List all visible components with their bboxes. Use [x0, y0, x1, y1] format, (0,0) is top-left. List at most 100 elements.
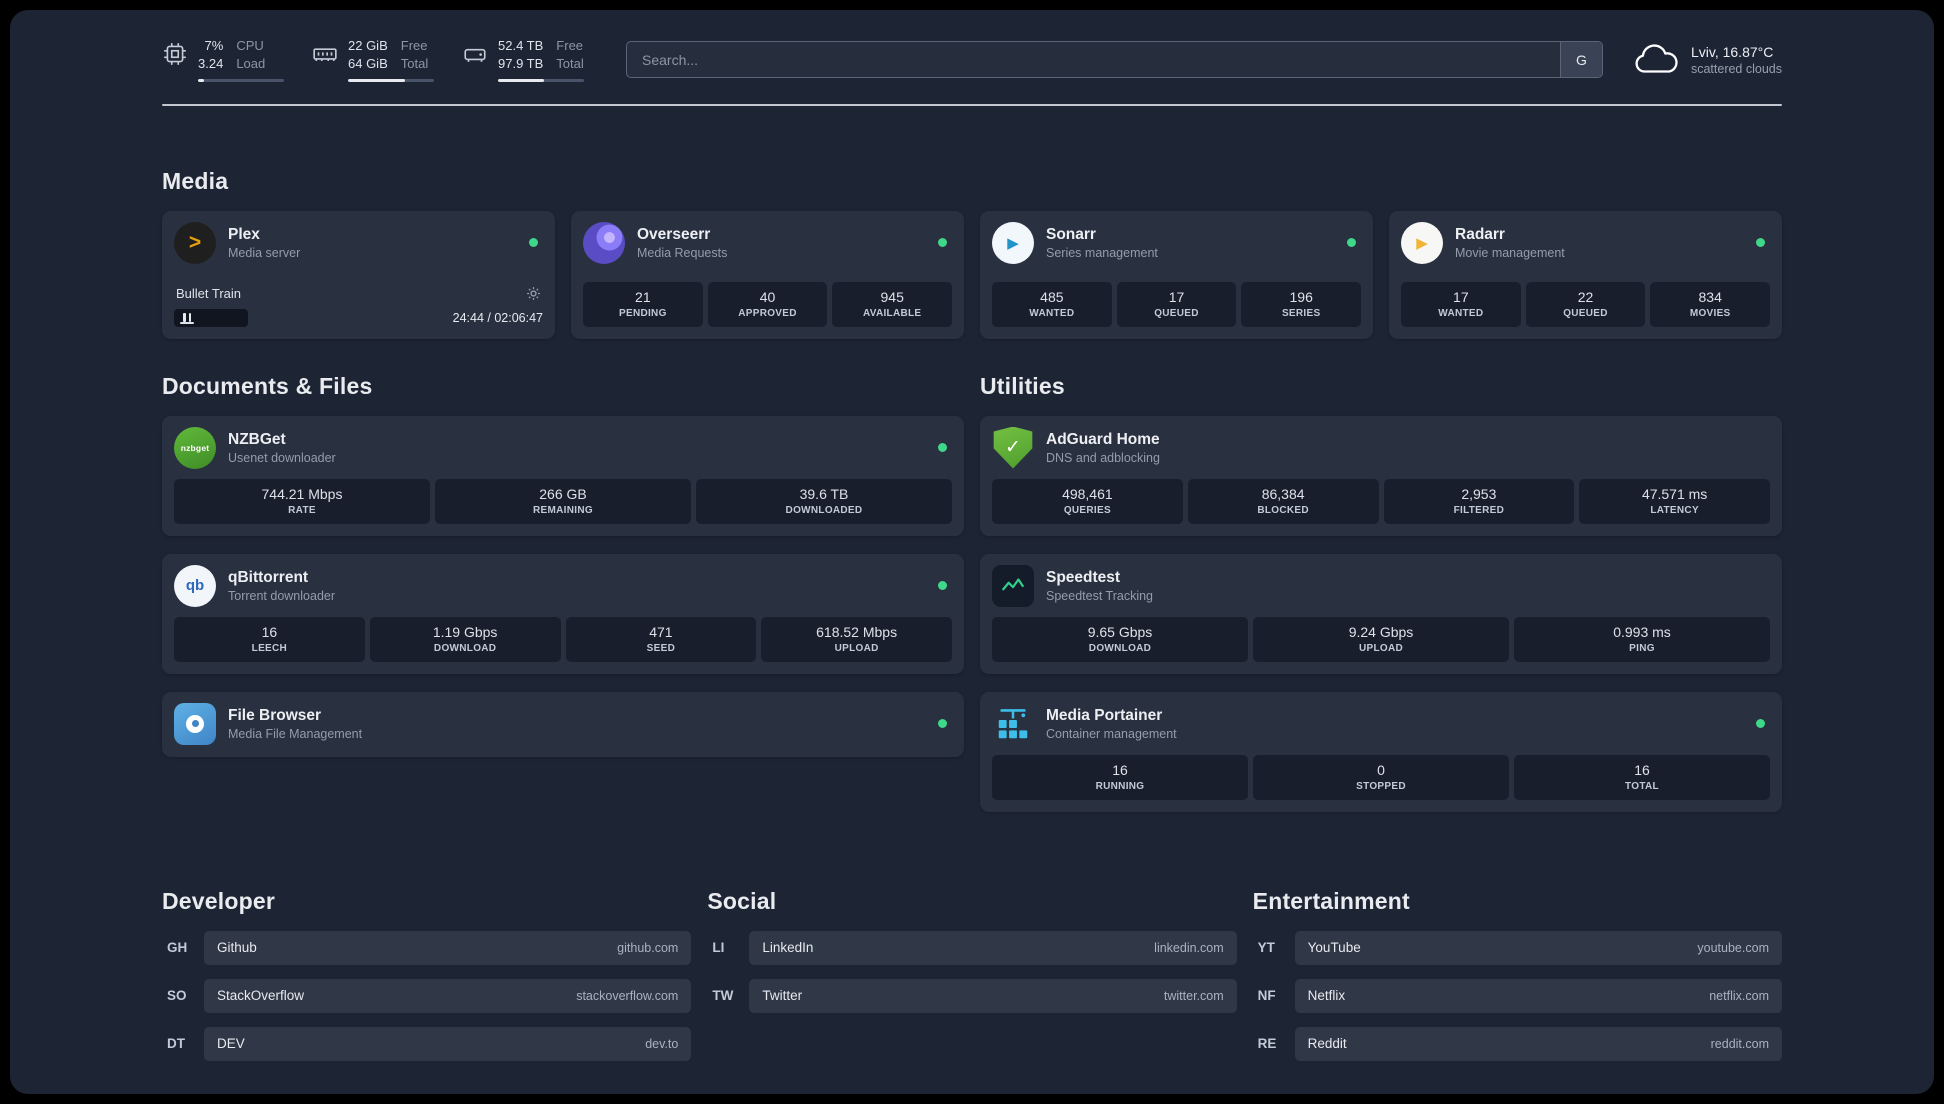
stat-label: DOWNLOAD — [433, 642, 497, 654]
service-card-titles: qBittorrent Torrent downloader — [228, 569, 335, 603]
bookmark-abbr: TW — [712, 988, 734, 1003]
service-card-titles: Media Portainer Container management — [1046, 707, 1177, 741]
service-name: Sonarr — [1046, 225, 1096, 243]
stat-wanted: 17 WANTED — [1401, 281, 1521, 327]
bookmark-domain: stackoverflow.com — [576, 988, 679, 1003]
bookmark-name: Reddit — [1307, 1036, 1347, 1051]
stat-value: 17 — [1453, 288, 1469, 305]
bookmark-linkedin[interactable]: LI LinkedIn linkedin.com — [707, 930, 1237, 965]
stat-label: QUEUED — [1563, 307, 1608, 319]
stat-label: WANTED — [1029, 307, 1075, 319]
bookmark-domain: linkedin.com — [1154, 940, 1224, 955]
bookmark-pill: LinkedIn linkedin.com — [749, 930, 1237, 965]
playback-progress-bar[interactable] — [174, 308, 248, 327]
service-name: Plex — [228, 225, 260, 243]
service-card-overseerr[interactable]: Overseerr Media Requests 21 PENDING 40 APPROV… — [571, 210, 964, 339]
service-name: Radarr — [1455, 225, 1505, 243]
bookmark-pill: Netflix netflix.com — [1294, 978, 1782, 1013]
service-card-plex[interactable]: > Plex Media server Bullet Train 24:44 / 02:… — [162, 210, 555, 339]
service-card-titles: Radarr Movie management — [1455, 226, 1565, 260]
stat-wanted: 485 WANTED — [992, 281, 1112, 327]
stat-value: 47.571 ms — [1641, 485, 1708, 502]
stat-label: STOPPED — [1356, 780, 1406, 792]
service-card-header: > Plex Media server — [174, 221, 543, 264]
bookmark-domain: twitter.com — [1163, 988, 1224, 1003]
stat-total: 16 TOTAL — [1514, 754, 1770, 800]
header-divider — [162, 103, 1782, 106]
storage-total-value: 97.9 TB — [498, 56, 544, 72]
service-description: Media File Management — [228, 726, 363, 741]
status-online-dot — [1756, 238, 1765, 247]
stat-label: RUNNING — [1095, 780, 1145, 792]
weather-widget[interactable]: Lviv, 16.87°C scattered clouds — [1633, 44, 1782, 76]
playback-progress-fill — [180, 321, 195, 324]
stat-running: 16 RUNNING — [992, 754, 1248, 800]
service-card-nzbget[interactable]: nzbget NZBGet Usenet downloader 744.21 Mbps… — [162, 415, 964, 536]
search-input[interactable] — [627, 42, 1560, 78]
service-card-radarr[interactable]: ▶ Radarr Movie management 17 WANTED 22 QUEUED 8… — [1389, 210, 1782, 339]
stat-value: 0.993 ms — [1613, 623, 1671, 640]
bookmark-group-entertainment: Entertainment YT YouTube youtube.com NF Netfl… — [1253, 888, 1782, 1075]
stat-pending: 21 PENDING — [583, 281, 703, 327]
bookmark-twitter[interactable]: TW Twitter twitter.com — [707, 978, 1237, 1013]
bookmark-pill: DEV dev.to — [204, 1026, 692, 1061]
bookmark-group-developer: Developer GH Github github.com SO StackOverfl… — [162, 888, 692, 1075]
stat-latency: 47.571 ms LATENCY — [1579, 478, 1770, 524]
stat-label: DOWNLOADED — [785, 504, 863, 516]
service-description: Media server — [228, 245, 301, 260]
stat-stopped: 0 STOPPED — [1253, 754, 1509, 800]
service-card-file-browser[interactable]: File Browser Media File Management — [162, 691, 964, 757]
stat-label: UPLOAD — [834, 642, 879, 654]
storage-usage-fill — [498, 78, 545, 82]
bookmarks-row: Developer GH Github github.com SO StackOverfl… — [162, 888, 1782, 1075]
service-card-media-portainer[interactable]: Media Portainer Container management 16 RUN… — [980, 691, 1782, 812]
storage-widget-body: 52.4 TB 97.9 TB Free Total — [498, 38, 584, 82]
bookmark-domain: reddit.com — [1710, 1036, 1769, 1051]
stat-label: QUEUED — [1154, 307, 1199, 319]
radarr-icon: ▶ — [1401, 221, 1443, 264]
service-card-speedtest[interactable]: Speedtest Speedtest Tracking 9.65 Gbps DOWN… — [980, 553, 1782, 674]
status-online-dot — [529, 238, 538, 247]
service-card-qbittorrent[interactable]: qb qBittorrent Torrent downloader 16 LEECH 1.… — [162, 553, 964, 674]
search-provider-button[interactable]: G — [1559, 42, 1602, 78]
utilities-cards: ✓ AdGuard Home DNS and adblocking 498,461 QU… — [980, 415, 1782, 812]
service-description: Movie management — [1455, 245, 1565, 260]
status-online-dot — [1756, 719, 1765, 728]
bookmark-pill: StackOverflow stackoverflow.com — [204, 978, 692, 1013]
service-card-sonarr[interactable]: ▶ Sonarr Series management 485 WANTED 17 QUEUE… — [980, 210, 1373, 339]
playback-row: 24:44 / 02:06:47 — [174, 308, 543, 327]
stat-label: APPROVED — [738, 307, 797, 319]
stat-seed: 471 SEED — [565, 616, 757, 662]
service-card-titles: Speedtest Speedtest Tracking — [1046, 569, 1153, 603]
bookmark-youtube[interactable]: YT YouTube youtube.com — [1253, 930, 1782, 965]
stat-label: SEED — [646, 642, 676, 654]
sonarr-icon: ▶ — [992, 221, 1034, 264]
service-card-adguard-home[interactable]: ✓ AdGuard Home DNS and adblocking 498,461 QU… — [980, 415, 1782, 536]
service-description: Usenet downloader — [228, 450, 336, 465]
search-bar: G — [626, 41, 1603, 79]
bookmark-reddit[interactable]: RE Reddit reddit.com — [1253, 1026, 1782, 1061]
service-name: NZBGet — [228, 430, 286, 448]
service-stats-row: 16 LEECH 1.19 Gbps DOWNLOAD 471 SEED 618.52 Mb… — [174, 607, 952, 662]
service-stats-row: 21 PENDING 40 APPROVED 945 AVAILABLE — [583, 272, 953, 327]
bookmark-stackoverflow[interactable]: SO StackOverflow stackoverflow.com — [162, 978, 692, 1013]
documents-section: Documents & Files nzbget NZBGet Usenet dow… — [162, 373, 964, 757]
media-section: Media > Plex Media server Bullet Train 24:44… — [162, 168, 1782, 339]
bookmark-github[interactable]: GH Github github.com — [162, 930, 692, 965]
stat-label: AVAILABLE — [862, 307, 922, 319]
bookmark-netflix[interactable]: NF Netflix netflix.com — [1253, 978, 1782, 1013]
cpu-widget: 7% 3.24 CPU Load — [162, 38, 284, 82]
bookmark-abbr: GH — [167, 940, 188, 955]
section-title-entertainment: Entertainment — [1252, 887, 1410, 914]
bookmark-dev[interactable]: DT DEV dev.to — [162, 1026, 692, 1061]
settings-gear-icon[interactable] — [526, 286, 541, 301]
dashboard-app: 7% 3.24 CPU Load 22 GiB 64 GiB Free Tota… — [10, 10, 1934, 1094]
storage-widget: 52.4 TB 97.9 TB Free Total — [462, 38, 584, 82]
stat-label: SERIES — [1281, 307, 1321, 319]
stat-value: 16 — [261, 623, 278, 640]
portainer-icon — [992, 703, 1034, 745]
nzbget-icon: nzbget — [174, 426, 216, 469]
bookmark-domain: dev.to — [645, 1036, 679, 1051]
service-stats-row: 16 RUNNING 0 STOPPED 16 TOTAL — [992, 745, 1770, 800]
stat-value: 17 — [1168, 288, 1185, 305]
